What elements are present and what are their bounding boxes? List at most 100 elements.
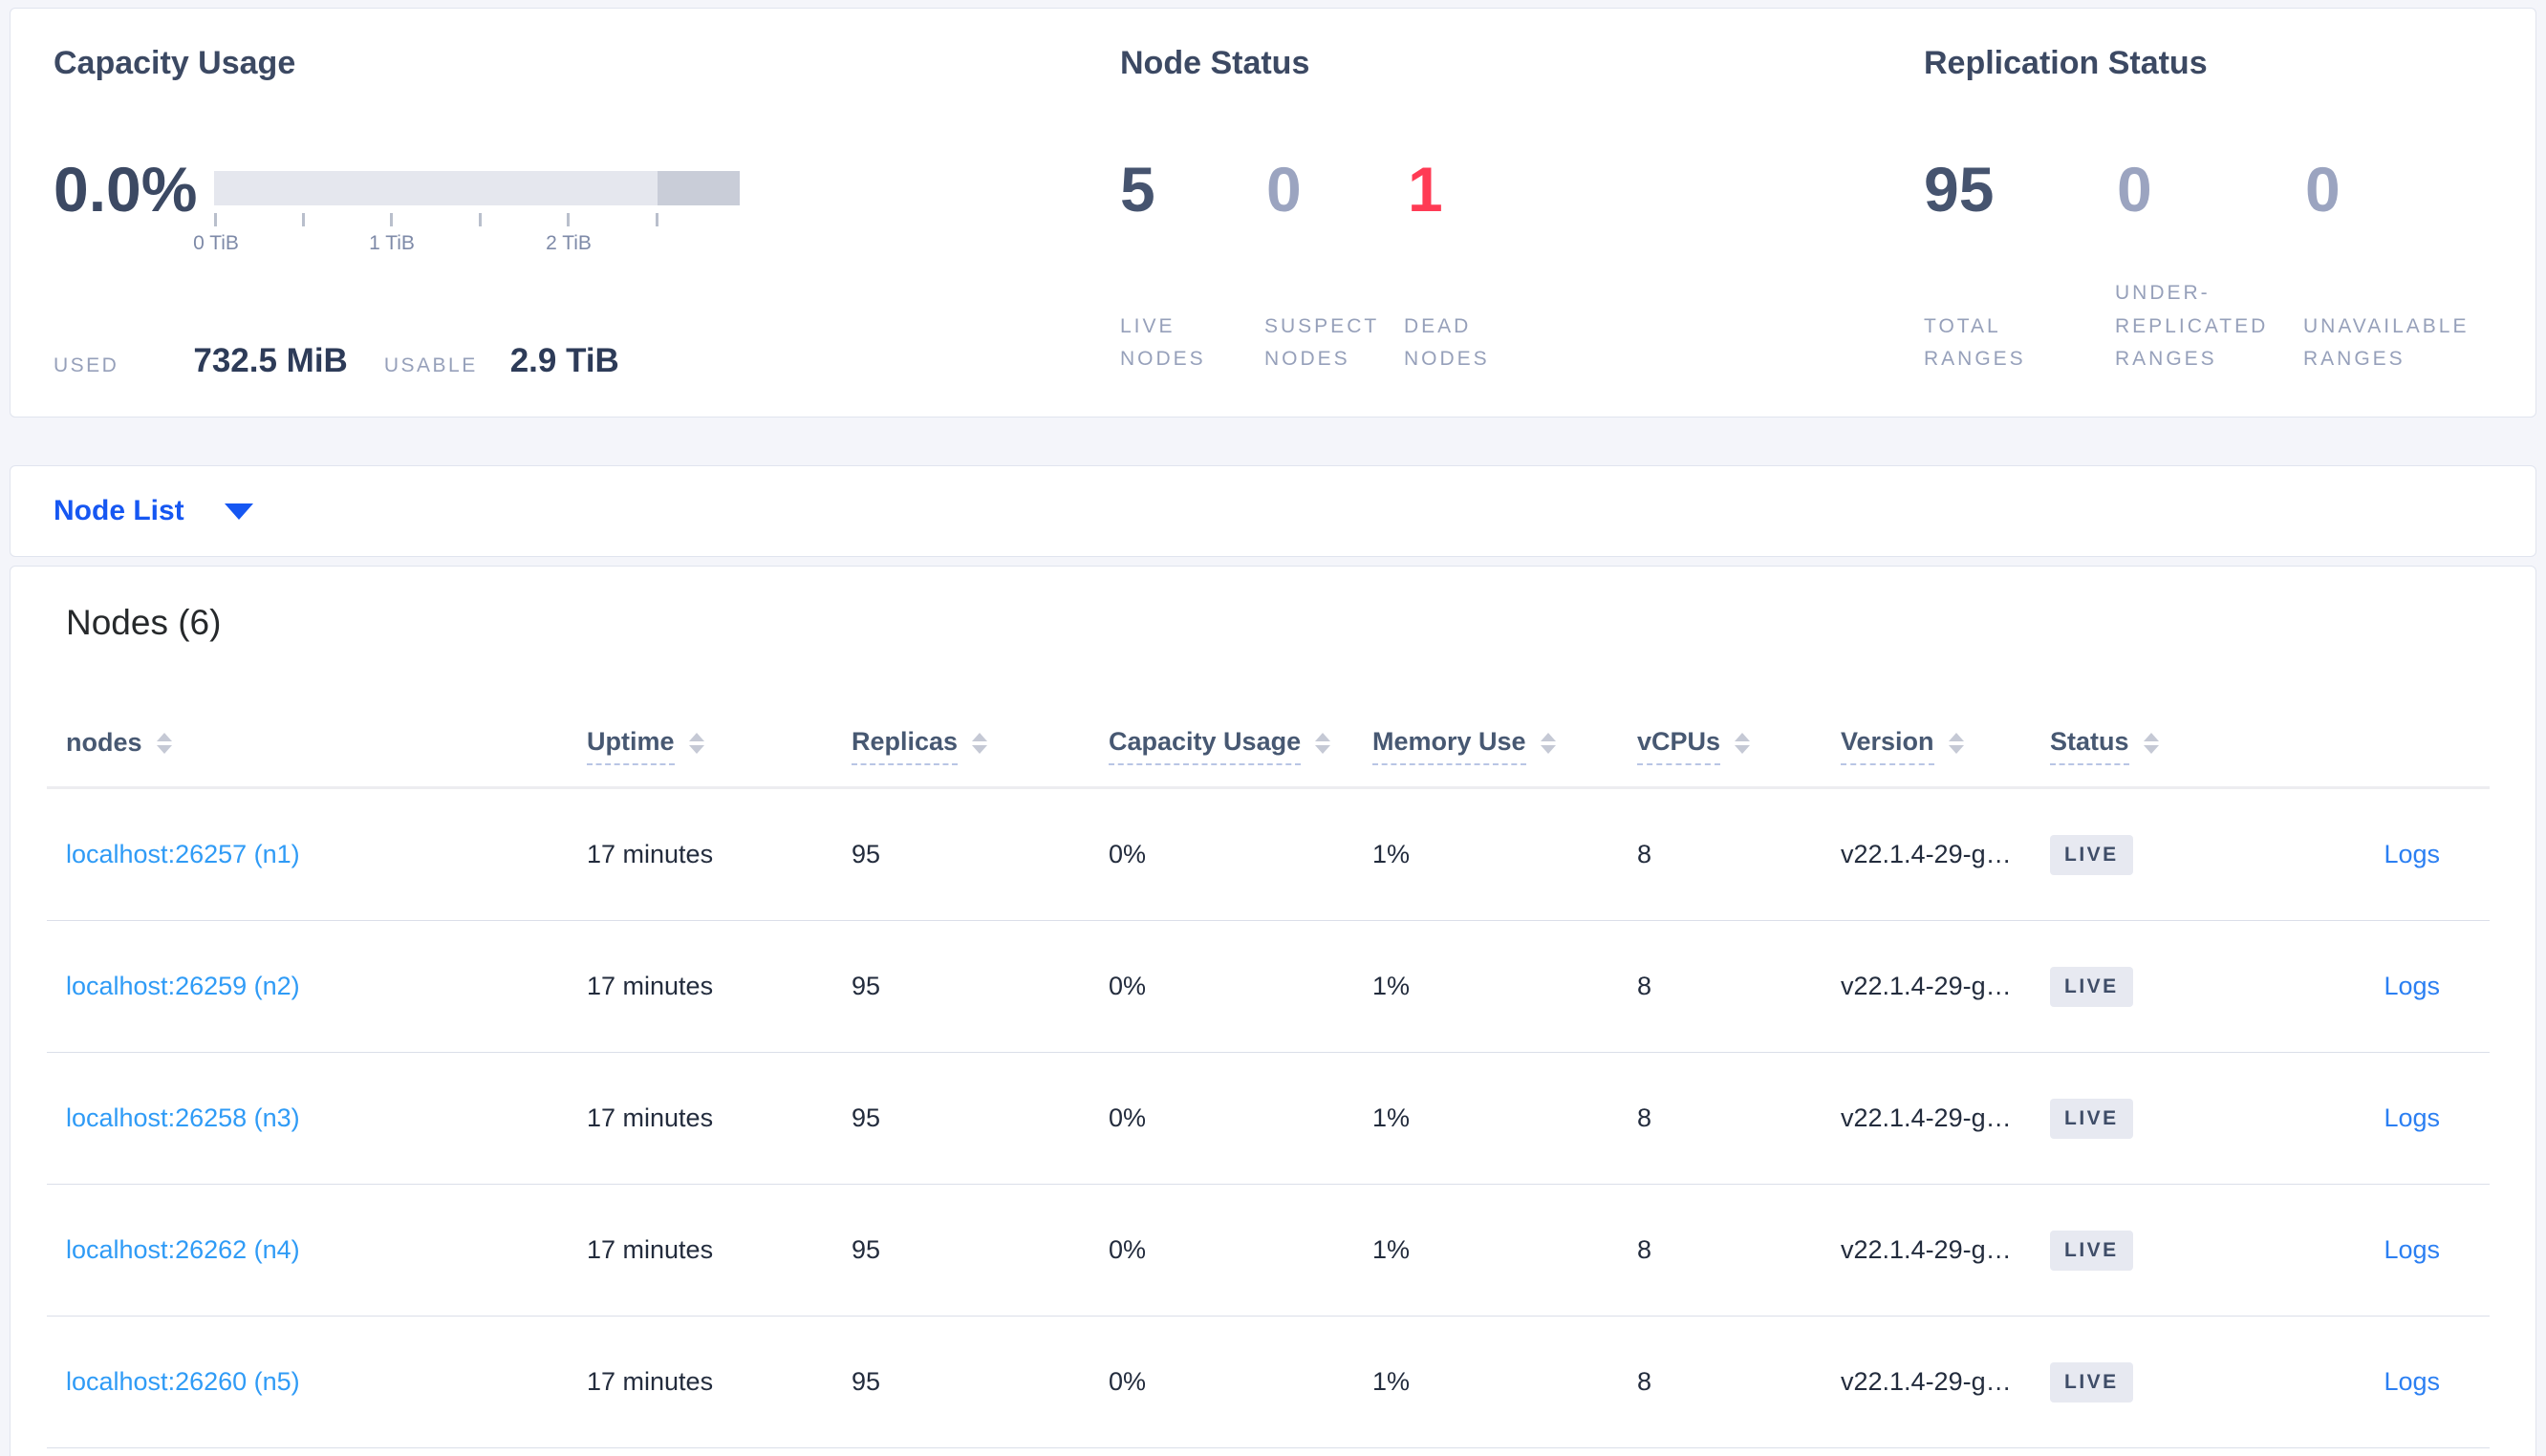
tick-label-2tib: 2 TiB bbox=[546, 232, 592, 254]
uptime-cell: 17 minutes bbox=[587, 1103, 714, 1132]
status-badge: LIVE bbox=[2050, 1098, 2133, 1139]
memory-cell: 1% bbox=[1372, 840, 1411, 868]
vcpus-cell: 8 bbox=[1637, 840, 1652, 868]
capacity-cell: 0% bbox=[1109, 1103, 1147, 1132]
version-cell: v22.1.4-29-g… bbox=[1841, 840, 2012, 868]
total-ranges-count: 95 bbox=[1924, 154, 1995, 225]
unavailable-ranges-count: 0 bbox=[2305, 154, 2341, 225]
capacity-bar-ticks bbox=[214, 213, 740, 226]
tick-label-0tib: 0 TiB bbox=[193, 232, 239, 254]
column-header-capacity-usage[interactable]: Capacity Usage bbox=[1109, 727, 1372, 765]
capacity-bar-nonusable-segment bbox=[658, 171, 740, 205]
total-ranges-label: TOTAL RANGES bbox=[1924, 314, 2026, 371]
live-nodes-count: 5 bbox=[1120, 154, 1155, 225]
sort-icon bbox=[1540, 732, 1556, 754]
under-replicated-ranges-count: 0 bbox=[2117, 154, 2152, 225]
node-list-dropdown[interactable]: Node List bbox=[54, 466, 253, 556]
capacity-cell: 0% bbox=[1109, 1367, 1147, 1396]
sort-icon bbox=[972, 732, 988, 754]
vcpus-cell: 8 bbox=[1637, 1235, 1652, 1264]
replicas-cell: 95 bbox=[852, 1235, 881, 1264]
sort-icon bbox=[2143, 732, 2159, 754]
vcpus-cell: 8 bbox=[1637, 1367, 1652, 1396]
version-cell: v22.1.4-29-g… bbox=[1841, 1367, 2012, 1396]
column-header-version[interactable]: Version bbox=[1841, 727, 2050, 765]
column-header-status[interactable]: Status bbox=[2050, 727, 2371, 765]
column-header-uptime[interactable]: Uptime bbox=[587, 727, 852, 765]
table-row: localhost:26257 (n1) 17 minutes 95 0% 1%… bbox=[47, 789, 2490, 921]
sort-icon bbox=[156, 732, 172, 754]
uptime-cell: 17 minutes bbox=[587, 840, 714, 868]
usable-value: 2.9 TiB bbox=[509, 342, 619, 379]
logs-link[interactable]: Logs bbox=[2384, 1103, 2440, 1132]
nodes-table-header: nodes Uptime Replicas Capacity Usage Mem… bbox=[47, 705, 2490, 789]
usable-label: USABLE bbox=[383, 354, 478, 376]
nodes-table-card: Nodes (6) nodes Uptime Replicas Capacity… bbox=[10, 566, 2536, 1456]
used-value: 732.5 MiB bbox=[193, 342, 348, 379]
column-header-replicas[interactable]: Replicas bbox=[852, 727, 1109, 765]
replicas-cell: 95 bbox=[852, 1367, 881, 1396]
capacity-bar-tick-labels: 0 TiB 1 TiB 2 TiB bbox=[193, 232, 740, 257]
live-nodes-label: LIVE NODES bbox=[1120, 314, 1206, 371]
uptime-cell: 17 minutes bbox=[587, 1235, 714, 1264]
node-link[interactable]: localhost:26259 (n2) bbox=[66, 972, 300, 1000]
memory-cell: 1% bbox=[1372, 972, 1411, 1000]
sort-icon bbox=[1315, 732, 1331, 754]
capacity-usage-title: Capacity Usage bbox=[54, 45, 296, 81]
vcpus-cell: 8 bbox=[1637, 972, 1652, 1000]
table-row: localhost:26262 (n4) 17 minutes 95 0% 1%… bbox=[47, 1185, 2490, 1317]
status-badge: LIVE bbox=[2050, 1361, 2133, 1402]
table-row: localhost:26260 (n5) 17 minutes 95 0% 1%… bbox=[47, 1317, 2490, 1448]
capacity-cell: 0% bbox=[1109, 972, 1147, 1000]
node-status-title: Node Status bbox=[1120, 45, 1310, 81]
table-row: localhost:26258 (n3) 17 minutes 95 0% 1%… bbox=[47, 1053, 2490, 1185]
nodes-table: nodes Uptime Replicas Capacity Usage Mem… bbox=[47, 705, 2490, 1448]
under-replicated-ranges-label: UNDER-REPLICATED RANGES bbox=[2115, 282, 2269, 371]
replicas-cell: 95 bbox=[852, 840, 881, 868]
replication-status-title: Replication Status bbox=[1924, 45, 2208, 81]
uptime-cell: 17 minutes bbox=[587, 1367, 714, 1396]
capacity-stats: USED 732.5 MiB USABLE 2.9 TiB bbox=[54, 342, 619, 380]
used-label: USED bbox=[54, 354, 119, 376]
capacity-usage-bar: 0 TiB 1 TiB 2 TiB bbox=[193, 171, 740, 257]
memory-cell: 1% bbox=[1372, 1235, 1411, 1264]
logs-link[interactable]: Logs bbox=[2384, 840, 2440, 868]
node-link[interactable]: localhost:26258 (n3) bbox=[66, 1103, 300, 1132]
version-cell: v22.1.4-29-g… bbox=[1841, 1235, 2012, 1264]
suspect-nodes-count: 0 bbox=[1266, 154, 1302, 225]
version-cell: v22.1.4-29-g… bbox=[1841, 1103, 2012, 1132]
vcpus-cell: 8 bbox=[1637, 1103, 1652, 1132]
status-badge: LIVE bbox=[2050, 834, 2133, 875]
status-badge: LIVE bbox=[2050, 1230, 2133, 1271]
dead-nodes-label: DEAD NODES bbox=[1404, 314, 1490, 371]
unavailable-ranges-label: UNAVAILABLE RANGES bbox=[2303, 314, 2470, 371]
column-header-nodes[interactable]: nodes bbox=[66, 728, 587, 764]
dead-nodes-count: 1 bbox=[1408, 154, 1443, 225]
nodes-table-title: Nodes (6) bbox=[66, 603, 222, 642]
node-list-dropdown-label: Node List bbox=[54, 495, 184, 526]
node-list-bar: Node List bbox=[10, 465, 2536, 557]
caret-down-icon bbox=[224, 503, 253, 520]
node-link[interactable]: localhost:26262 (n4) bbox=[66, 1235, 300, 1264]
version-cell: v22.1.4-29-g… bbox=[1841, 972, 2012, 1000]
suspect-nodes-label: SUSPECT NODES bbox=[1264, 314, 1379, 371]
node-link[interactable]: localhost:26257 (n1) bbox=[66, 840, 300, 868]
table-row: localhost:26259 (n2) 17 minutes 95 0% 1%… bbox=[47, 921, 2490, 1053]
sort-icon bbox=[688, 732, 704, 754]
capacity-bar-track bbox=[214, 171, 740, 205]
column-header-memory-use[interactable]: Memory Use bbox=[1372, 727, 1637, 765]
logs-link[interactable]: Logs bbox=[2384, 972, 2440, 1000]
memory-cell: 1% bbox=[1372, 1103, 1411, 1132]
capacity-cell: 0% bbox=[1109, 1235, 1147, 1264]
logs-link[interactable]: Logs bbox=[2384, 1235, 2440, 1264]
capacity-usage-percent: 0.0% bbox=[54, 154, 198, 225]
replicas-cell: 95 bbox=[852, 972, 881, 1000]
sort-icon bbox=[1735, 732, 1751, 754]
column-header-vcpus[interactable]: vCPUs bbox=[1637, 727, 1841, 765]
sort-icon bbox=[1948, 732, 1964, 754]
uptime-cell: 17 minutes bbox=[587, 972, 714, 1000]
logs-link[interactable]: Logs bbox=[2384, 1367, 2440, 1396]
node-link[interactable]: localhost:26260 (n5) bbox=[66, 1367, 300, 1396]
memory-cell: 1% bbox=[1372, 1367, 1411, 1396]
status-badge: LIVE bbox=[2050, 966, 2133, 1007]
